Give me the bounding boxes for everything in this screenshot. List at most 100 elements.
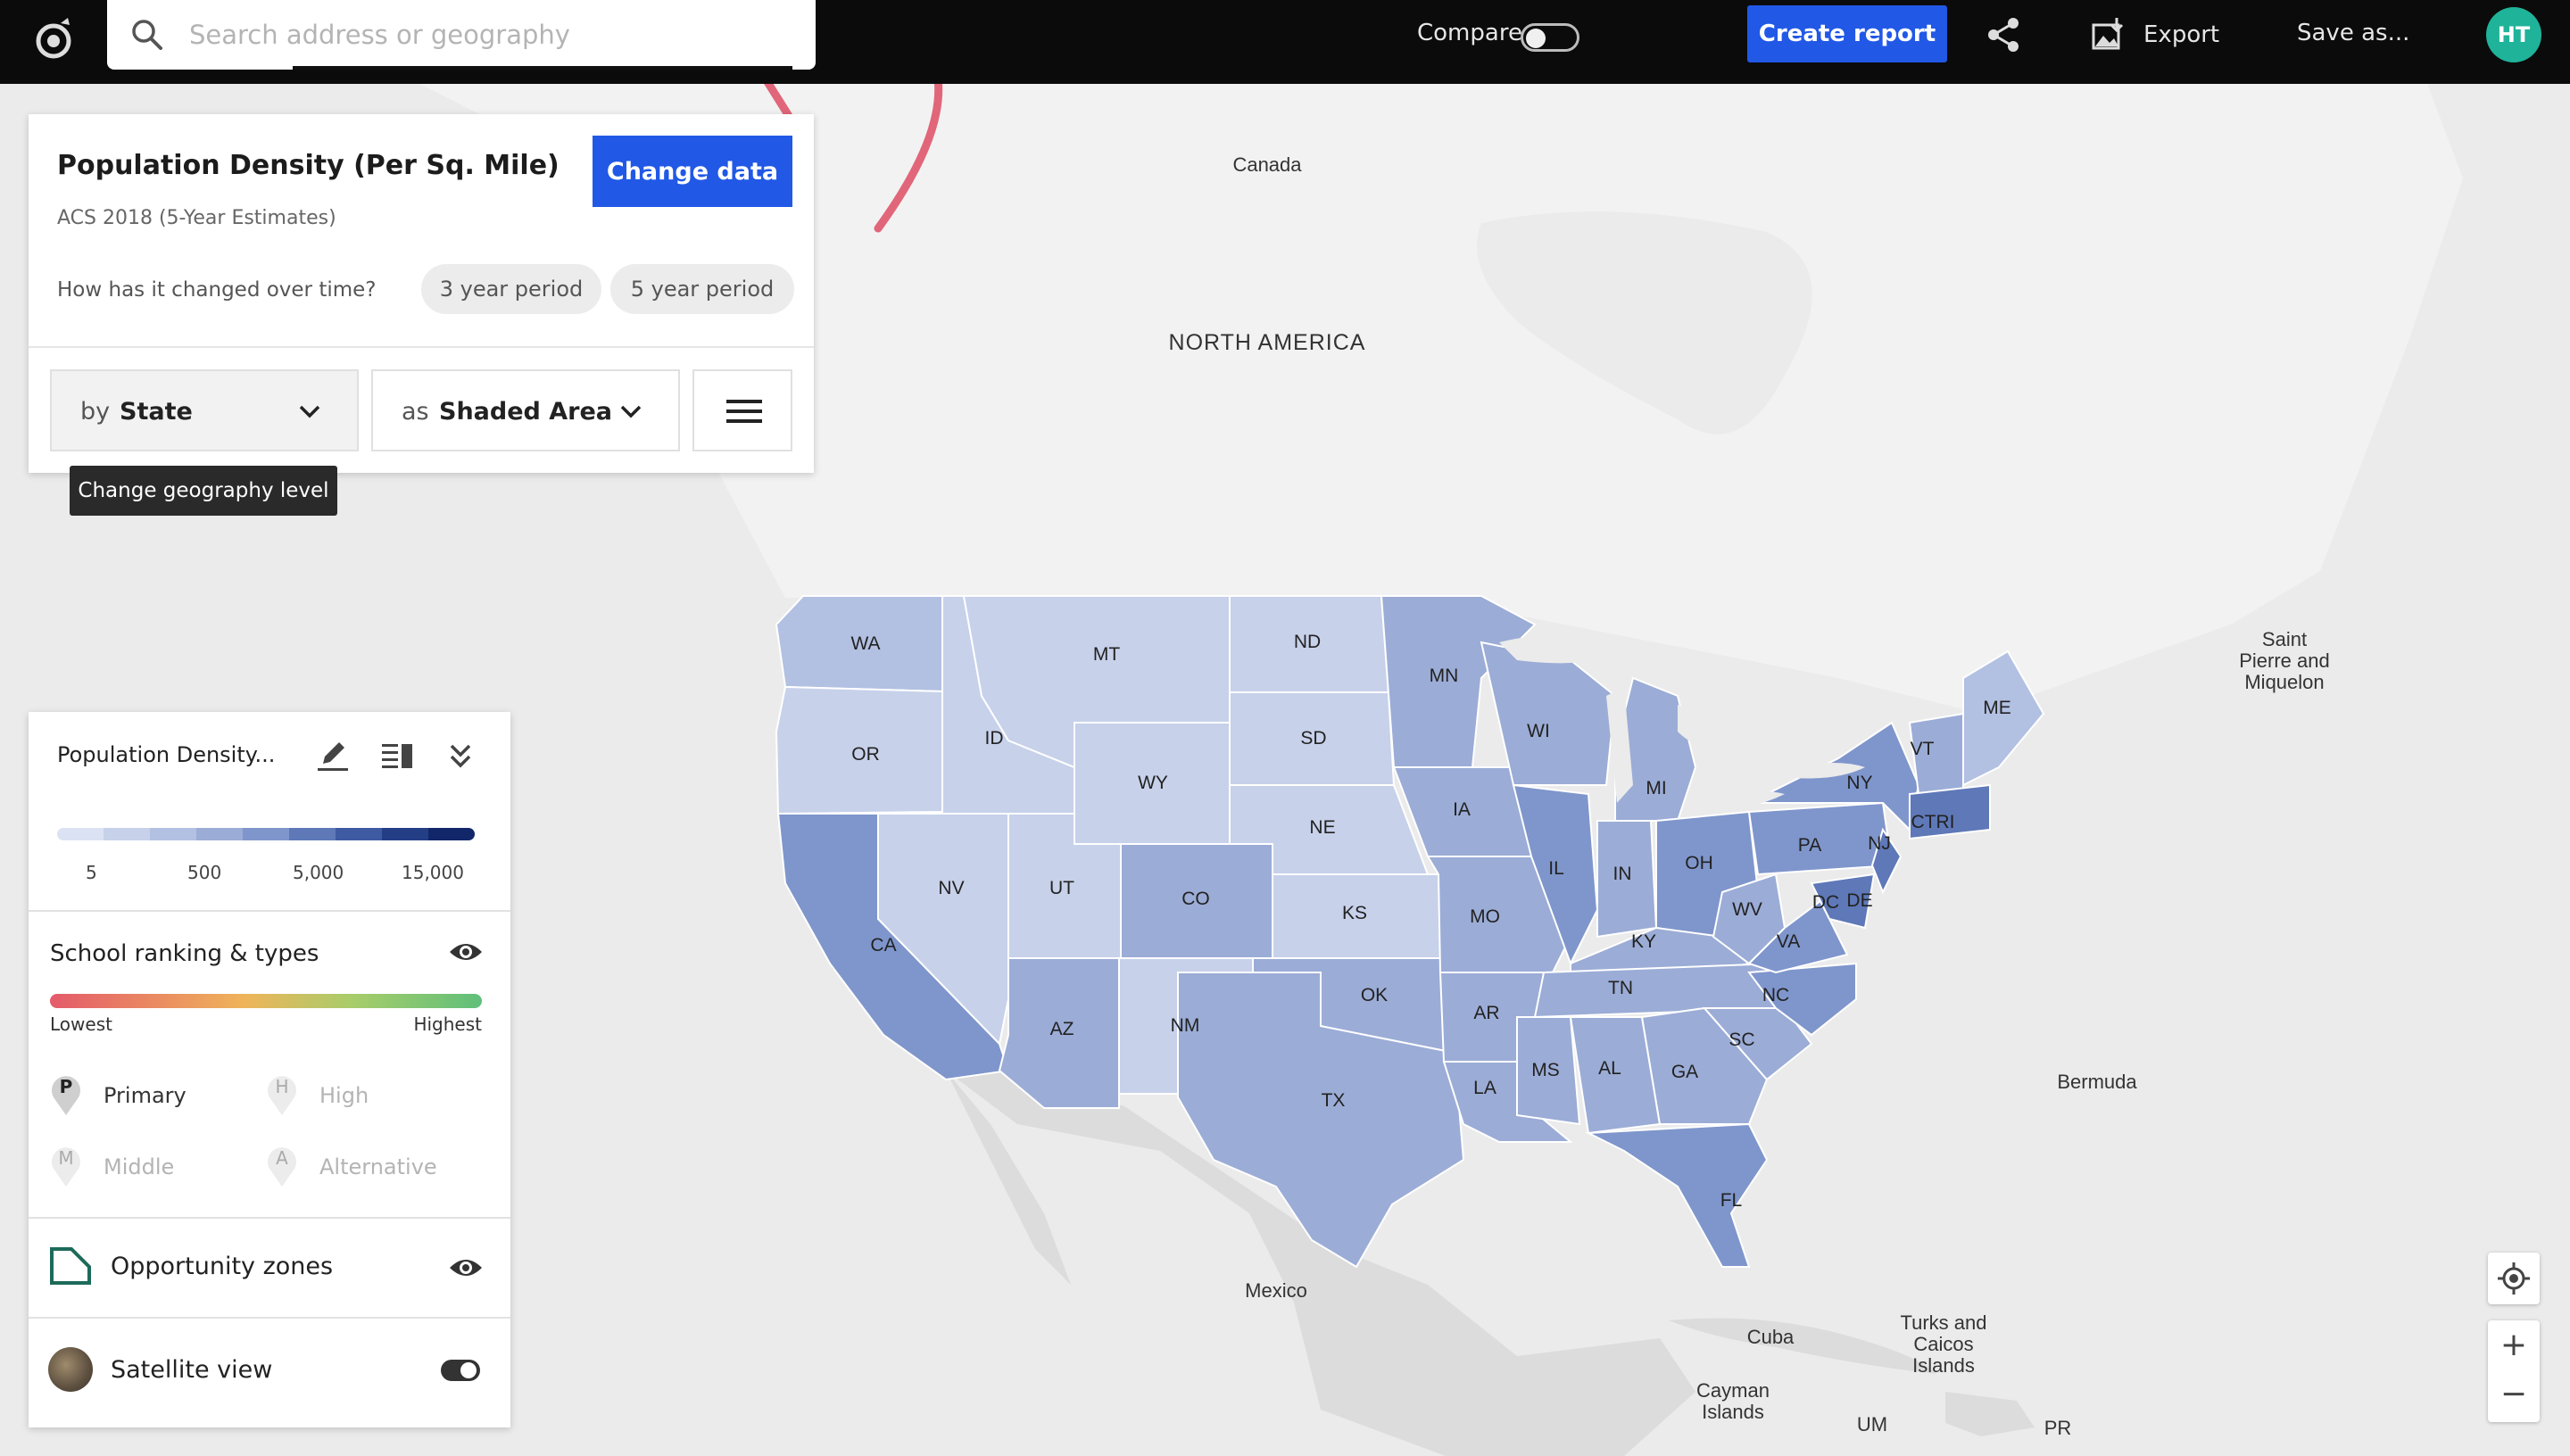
school-type-middle[interactable]: M Middle	[48, 1142, 227, 1192]
compare-toggle[interactable]	[1521, 23, 1579, 52]
scale-tick: 15,000	[402, 862, 464, 883]
label-cayman: Cayman Islands	[1696, 1379, 1770, 1423]
divider	[29, 1217, 510, 1219]
menu-button[interactable]	[692, 369, 792, 451]
dropdown-prefix: by	[80, 398, 111, 426]
svg-text:IL: IL	[1548, 858, 1564, 879]
divider	[29, 346, 814, 348]
display-style-dropdown[interactable]: as Shaded Area	[371, 369, 680, 451]
tooltip: Change geography level	[70, 466, 337, 516]
svg-text:DC: DC	[1812, 892, 1839, 913]
svg-text:KS: KS	[1342, 903, 1367, 923]
search-input[interactable]	[187, 12, 794, 57]
divider	[29, 1317, 510, 1319]
svg-text:OK: OK	[1361, 985, 1388, 1005]
pin-letter: M	[58, 1147, 74, 1169]
svg-text:NY: NY	[1846, 773, 1872, 793]
school-type-label: Alternative	[319, 1154, 437, 1179]
save-as-button[interactable]: Save as...	[2297, 20, 2409, 46]
eye-icon[interactable]	[448, 1254, 484, 1281]
satellite-thumbnail	[48, 1347, 93, 1392]
school-type-label: Middle	[104, 1154, 175, 1179]
svg-text:AZ: AZ	[1050, 1019, 1074, 1039]
toggle-knob	[460, 1362, 477, 1378]
avatar[interactable]: HT	[2486, 7, 2541, 62]
legend-list-icon[interactable]	[380, 739, 414, 773]
svg-text:MS: MS	[1531, 1060, 1560, 1080]
svg-text:IN: IN	[1613, 864, 1632, 884]
svg-text:DE: DE	[1846, 890, 1872, 911]
change-data-button[interactable]: Change data	[593, 136, 792, 207]
svg-text:WV: WV	[1732, 899, 1762, 920]
svg-text:SC: SC	[1729, 1030, 1754, 1050]
toggle-knob	[1526, 29, 1546, 48]
school-type-alternative[interactable]: A Alternative	[264, 1142, 443, 1192]
svg-text:NJ: NJ	[1868, 833, 1891, 854]
search-box[interactable]	[107, 0, 816, 70]
svg-text:NE: NE	[1309, 817, 1335, 838]
svg-text:WY: WY	[1138, 773, 1168, 793]
legend-title: Population Density...	[57, 742, 276, 767]
label-cuba: Cuba	[1747, 1326, 1795, 1348]
zoom-in-button[interactable]: +	[2488, 1320, 2540, 1370]
top-bar: Compare Create report Export Save as... …	[0, 0, 2570, 84]
panel-title: Population Density (Per Sq. Mile)	[57, 150, 560, 181]
divider	[29, 910, 510, 912]
lowest-label: Lowest	[50, 1013, 112, 1035]
eye-icon[interactable]	[448, 939, 484, 965]
search-icon	[132, 20, 162, 50]
scale-tick: 500	[187, 862, 222, 883]
svg-text:MO: MO	[1470, 906, 1500, 927]
scale-tick: 5,000	[293, 862, 344, 883]
svg-text:VT: VT	[1911, 739, 1935, 759]
svg-text:NM: NM	[1171, 1015, 1200, 1036]
svg-text:TN: TN	[1608, 978, 1633, 998]
label-mexico: Mexico	[1245, 1279, 1307, 1302]
period-5-year-button[interactable]: 5 year period	[610, 264, 794, 314]
locate-button[interactable]	[2488, 1253, 2540, 1304]
pin-letter: P	[59, 1076, 73, 1097]
label-um: UM	[1857, 1413, 1887, 1435]
svg-text:CO: CO	[1181, 889, 1210, 909]
svg-text:VA: VA	[1777, 931, 1800, 952]
svg-text:CA: CA	[870, 935, 896, 956]
school-type-high[interactable]: H High	[264, 1071, 443, 1121]
svg-text:KY: KY	[1631, 931, 1656, 952]
svg-text:IA: IA	[1453, 799, 1471, 820]
satellite-toggle[interactable]	[441, 1360, 480, 1381]
search-underline	[293, 66, 792, 70]
svg-text:CTRI: CTRI	[1911, 812, 1955, 832]
label-bermuda: Bermuda	[2057, 1071, 2137, 1093]
logo-icon[interactable]	[27, 12, 80, 66]
zoom-out-button[interactable]: −	[2488, 1372, 2540, 1422]
dropdown-prefix: as	[402, 398, 429, 426]
legend-panel: Population Density... 5 500 5,000 15,000…	[29, 712, 510, 1427]
export-image-icon	[2092, 18, 2124, 50]
change-question: How has it changed over time?	[57, 278, 377, 302]
svg-text:WI: WI	[1527, 721, 1550, 741]
opportunity-zones-label: Opportunity zones	[111, 1253, 334, 1280]
edit-icon[interactable]	[316, 739, 350, 773]
period-3-year-button[interactable]: 3 year period	[421, 264, 601, 314]
school-type-label: Primary	[104, 1083, 187, 1108]
svg-text:AR: AR	[1473, 1003, 1499, 1023]
collapse-icon[interactable]	[444, 739, 477, 773]
satellite-view-label: Satellite view	[111, 1356, 273, 1384]
export-label: Export	[2143, 21, 2220, 48]
svg-text:MN: MN	[1430, 666, 1459, 686]
panel-subtitle: ACS 2018 (5-Year Estimates)	[57, 207, 336, 229]
svg-text:GA: GA	[1671, 1062, 1698, 1082]
svg-text:NC: NC	[1762, 985, 1789, 1005]
create-report-button[interactable]: Create report	[1747, 5, 1947, 62]
svg-text:TX: TX	[1322, 1090, 1346, 1111]
school-type-primary[interactable]: P Primary	[48, 1071, 227, 1121]
export-button[interactable]: Export	[2086, 12, 2222, 57]
svg-text:SD: SD	[1300, 728, 1326, 749]
chevron-down-icon	[299, 405, 320, 418]
geography-dropdown[interactable]: by State	[50, 369, 359, 451]
svg-text:ME: ME	[1983, 698, 2011, 718]
svg-text:FL: FL	[1720, 1190, 1743, 1211]
scale-tick: 5	[86, 862, 97, 883]
share-icon[interactable]	[1983, 14, 2024, 55]
label-pr: PR	[2044, 1417, 2072, 1439]
